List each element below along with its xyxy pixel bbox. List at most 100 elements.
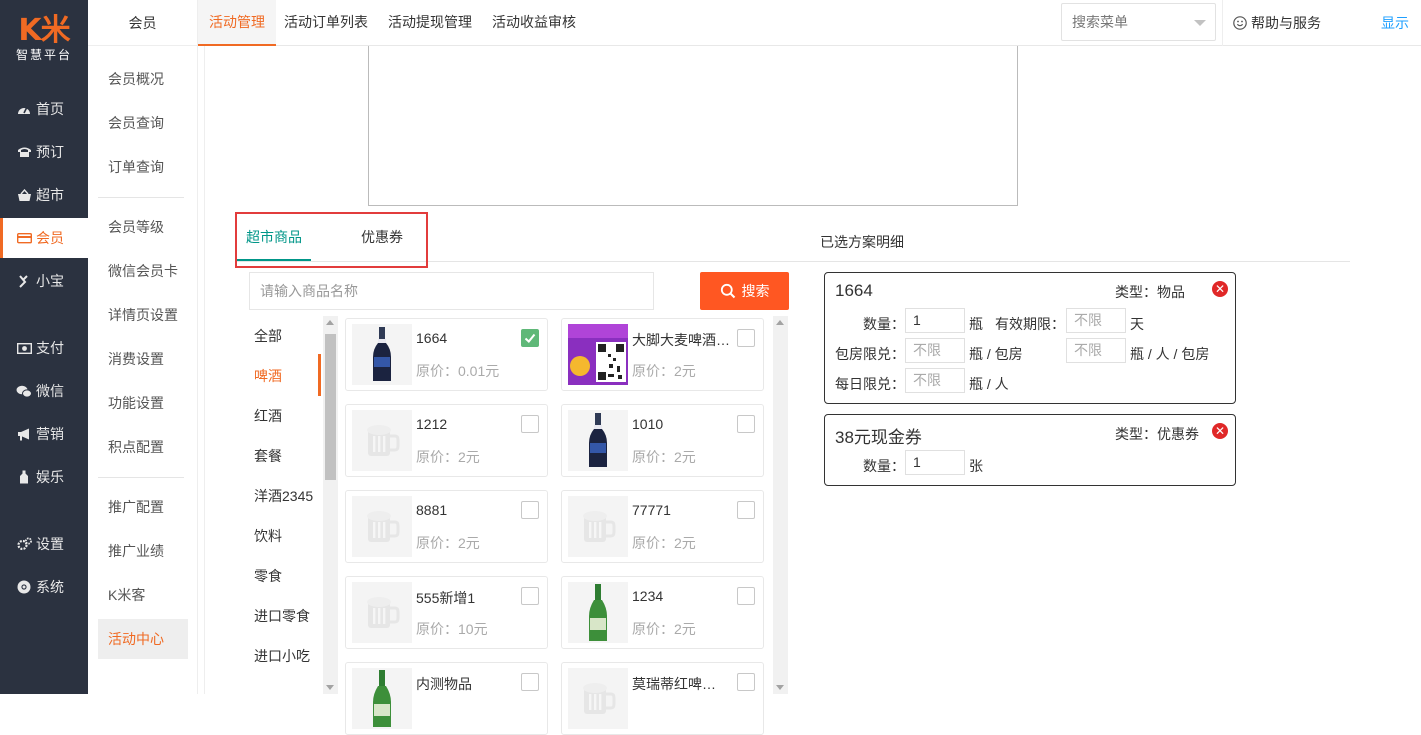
close-icon[interactable]: ✕ xyxy=(1212,423,1228,439)
sidebar-item-member[interactable]: 会员 xyxy=(0,218,88,258)
submenu-item-function[interactable]: 功能设置 xyxy=(98,383,188,423)
expire-label: 有效期限： xyxy=(995,316,1065,332)
product-card[interactable]: 1010 原价：2元 xyxy=(561,404,764,477)
product-card[interactable]: 大脚大麦啤酒… 原价：2元 xyxy=(561,318,764,391)
qty-input[interactable]: 1 xyxy=(905,308,965,333)
search-menu-select[interactable]: 搜索菜单 xyxy=(1061,3,1216,41)
plan-type: 类型：优惠券 xyxy=(1115,426,1199,442)
submenu-item-kmike[interactable]: K米客 xyxy=(98,575,188,615)
plan-card: 38元现金券 类型：优惠券 ✕ 数量： 1 张 xyxy=(824,414,1236,486)
product-checkbox[interactable] xyxy=(737,501,755,519)
main-content: 超市商品 优惠券 已选方案明细 请输入商品名称 搜索 全部 啤酒 红酒 套餐 洋… xyxy=(204,46,1414,735)
tab-activity-orders[interactable]: 活动订单列表 xyxy=(284,0,368,46)
sidebar-item-entertainment[interactable]: 娱乐 xyxy=(0,457,88,497)
product-price: 原价：2元 xyxy=(632,363,696,379)
product-scrollbar[interactable] xyxy=(773,316,788,694)
submenu-item-wechat-card[interactable]: 微信会员卡 xyxy=(98,251,188,291)
product-name: 8881 xyxy=(416,502,448,518)
rich-text-editor[interactable] xyxy=(368,46,1018,206)
submenu-item-member-level[interactable]: 会员等级 xyxy=(98,207,188,247)
tab-activity-management[interactable]: 活动管理 xyxy=(198,0,276,46)
category-item[interactable]: 套餐 xyxy=(254,436,282,476)
sidebar-item-label: 预订 xyxy=(36,144,64,160)
product-card[interactable]: 8881 原价：2元 xyxy=(345,490,548,563)
sidebar-item-label: 支付 xyxy=(36,340,64,356)
sidebar-item-xiaobao[interactable]: 小宝 xyxy=(0,261,88,301)
product-checkbox[interactable] xyxy=(737,415,755,433)
submenu-item-activity-center[interactable]: 活动中心 xyxy=(98,619,188,659)
sidebar-item-label: 会员 xyxy=(36,230,64,246)
submenu-item-order-query[interactable]: 订单查询 xyxy=(98,147,188,187)
product-image xyxy=(352,668,412,729)
check-icon xyxy=(524,333,536,343)
room-limit-input[interactable]: 不限 xyxy=(905,338,965,363)
product-checkbox[interactable] xyxy=(737,673,755,691)
product-image xyxy=(352,496,412,557)
product-card[interactable]: 莫瑞蒂红啤… xyxy=(561,662,764,735)
product-checkbox[interactable] xyxy=(521,329,539,347)
category-item[interactable]: 饮料 xyxy=(254,516,282,556)
member-submenu: 会员 会员概况 会员查询 订单查询 会员等级 微信会员卡 详情页设置 消费设置 … xyxy=(88,0,198,694)
category-item[interactable]: 啤酒 xyxy=(254,356,282,396)
submenu-item-member-query[interactable]: 会员查询 xyxy=(98,103,188,143)
product-checkbox[interactable] xyxy=(737,587,755,605)
sidebar-item-label: 首页 xyxy=(36,101,64,117)
sidebar-item-booking[interactable]: 预订 xyxy=(0,132,88,172)
show-link[interactable]: 显示 xyxy=(1381,0,1409,46)
product-checkbox[interactable] xyxy=(521,501,539,519)
qty-input[interactable]: 1 xyxy=(905,450,965,475)
product-checkbox[interactable] xyxy=(521,415,539,433)
plan-name: 1664 xyxy=(835,281,873,300)
product-card[interactable]: 1664 原价：0.01元 xyxy=(345,318,548,391)
sidebar-item-pay[interactable]: 支付 xyxy=(0,328,88,368)
expire-input[interactable]: 不限 xyxy=(1066,308,1126,333)
brand-mark: K米 xyxy=(18,13,70,48)
submenu-item-promotion-performance[interactable]: 推广业绩 xyxy=(98,531,188,571)
submenu-item-consumption[interactable]: 消费设置 xyxy=(98,339,188,379)
search-button[interactable]: 搜索 xyxy=(700,272,789,310)
product-name: 1234 xyxy=(632,588,664,604)
sidebar-item-wechat[interactable]: 微信 xyxy=(0,371,88,411)
daily-limit-label: 每日限兑： xyxy=(835,376,905,392)
product-checkbox[interactable] xyxy=(521,673,539,691)
sidebar-item-label: 微信 xyxy=(36,383,64,399)
close-icon[interactable]: ✕ xyxy=(1212,281,1228,297)
tab-activity-withdraw[interactable]: 活动提现管理 xyxy=(388,0,472,46)
expire-unit: 天 xyxy=(1130,316,1144,332)
submenu-item-promotion-config[interactable]: 推广配置 xyxy=(98,487,188,527)
submenu-item-detail-page[interactable]: 详情页设置 xyxy=(98,295,188,335)
sidebar-item-home[interactable]: 首页 xyxy=(0,89,88,129)
sidebar-item-settings[interactable]: 设置 xyxy=(0,524,88,564)
product-card[interactable]: 77771 原价：2元 xyxy=(561,490,764,563)
product-name: 1212 xyxy=(416,416,448,432)
product-card[interactable]: 1234 原价：2元 xyxy=(561,576,764,649)
category-item[interactable]: 洋酒2345 xyxy=(254,476,313,516)
product-search-input[interactable]: 请输入商品名称 xyxy=(249,272,654,310)
tab-activity-income-review[interactable]: 活动收益审核 xyxy=(492,0,576,46)
brand-subtitle: 智慧平台 xyxy=(15,48,72,62)
category-item[interactable]: 红酒 xyxy=(254,396,282,436)
product-checkbox[interactable] xyxy=(737,329,755,347)
category-item[interactable]: 零食 xyxy=(254,556,282,596)
sidebar-item-system[interactable]: 系统 xyxy=(0,567,88,607)
qty-unit: 张 xyxy=(969,458,983,474)
submenu-item-overview[interactable]: 会员概况 xyxy=(98,59,188,99)
sidebar-item-marketing[interactable]: 营销 xyxy=(0,414,88,454)
submenu-item-points[interactable]: 积点配置 xyxy=(98,427,188,467)
product-card[interactable]: 内测物品 xyxy=(345,662,548,735)
category-item[interactable]: 进口小吃 xyxy=(254,636,310,676)
daily-limit-input[interactable]: 不限 xyxy=(905,368,965,393)
category-item[interactable]: 进口零食 xyxy=(254,596,310,636)
phone-icon xyxy=(16,145,32,159)
person-limit-input[interactable]: 不限 xyxy=(1066,338,1126,363)
category-item[interactable]: 全部 xyxy=(254,316,282,356)
scrollbar-thumb[interactable] xyxy=(325,334,336,480)
product-card[interactable]: 1212 原价：2元 xyxy=(345,404,548,477)
category-scrollbar[interactable] xyxy=(323,316,338,694)
chrome-icon xyxy=(16,580,32,594)
product-checkbox[interactable] xyxy=(521,587,539,605)
product-card[interactable]: 555新增1 原价：10元 xyxy=(345,576,548,649)
sidebar-item-market[interactable]: 超市 xyxy=(0,175,88,215)
main-sidebar: K米 智慧平台 首页 预订 超市 会员 小宝 支付 微信 营销 娱乐 设置 系统 xyxy=(0,0,88,694)
help-service-link[interactable]: 帮助与服务 xyxy=(1222,0,1321,46)
